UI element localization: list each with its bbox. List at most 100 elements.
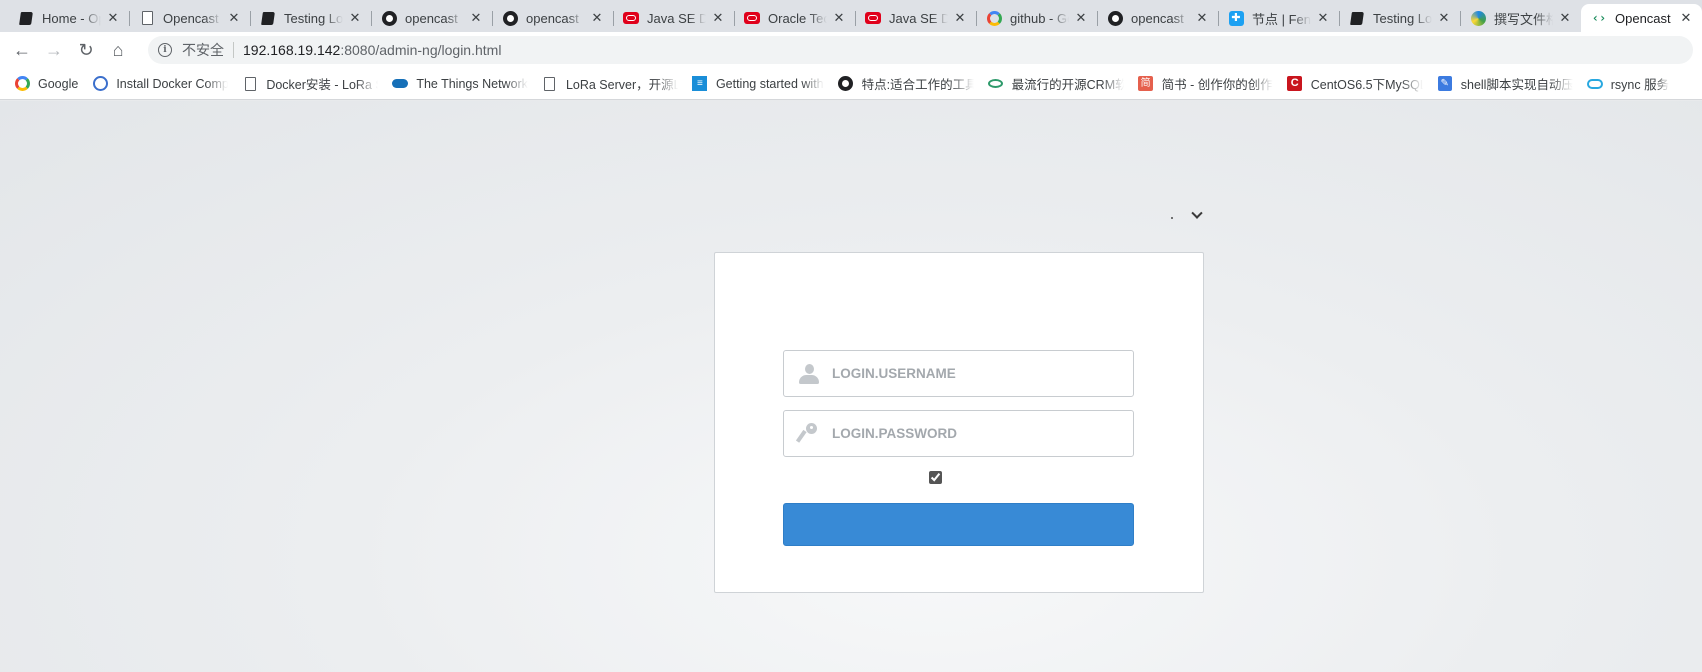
url-divider [233, 42, 234, 58]
bookmark-item[interactable]: C CentOS6.5下MySQL [1287, 72, 1423, 96]
bookmark-item[interactable]: ✎ shell脚本实现自动压缩 [1437, 72, 1573, 96]
chevron-down-icon [1191, 207, 1203, 219]
close-icon[interactable]: ✕ [1194, 10, 1210, 26]
tab[interactable]: opencast ✕ [371, 4, 492, 32]
bookmark-label: Getting started with [715, 76, 824, 91]
bookmark-item[interactable]: The Things Network [392, 72, 528, 96]
bookmark-label: rsync 服务 [1610, 78, 1670, 92]
bookmark-item[interactable]: 最流行的开源CRM软件 [988, 72, 1124, 96]
login-page [0, 101, 1702, 672]
login-card [714, 252, 1204, 593]
google-icon [986, 10, 1002, 26]
bookmark-item[interactable]: 特点:适合工作的工具 [838, 72, 974, 96]
close-icon[interactable]: ✕ [468, 10, 484, 26]
close-icon[interactable]: ✕ [1315, 10, 1331, 26]
key-icon [795, 422, 820, 445]
book-icon [1349, 10, 1365, 26]
tab-title: Testing Locally [1373, 10, 1432, 26]
remember-me-checkbox[interactable] [929, 471, 942, 484]
info-icon[interactable]: i [158, 43, 172, 57]
bookmark-item[interactable]: Google [14, 72, 78, 96]
tab-active[interactable]: ‹› Opencast ✕ [1581, 4, 1702, 32]
bookmark-label: 简书 - 创作你的创作 [1161, 78, 1273, 92]
tab[interactable]: ✚ 节点 | Fengjian✕ [1218, 4, 1339, 32]
bookmark-item[interactable]: LoRa Server，开源LoRaWAN [542, 72, 678, 96]
forward-button[interactable]: → [40, 36, 68, 64]
tab[interactable]: Testing Locally✕ [1339, 4, 1460, 32]
close-icon[interactable]: ✕ [710, 10, 726, 26]
bookmark-label: Google [38, 76, 79, 91]
tab[interactable]: 撰写文件格式✕ [1460, 4, 1581, 32]
tab-title: Java SE Downloads [889, 10, 948, 26]
tab[interactable]: Java SE Downloads✕ [613, 4, 734, 32]
google-icon [14, 76, 30, 92]
fen-icon: ✚ [1228, 10, 1244, 26]
username-field[interactable] [783, 350, 1134, 397]
book-icon [18, 10, 34, 26]
tab-title: Java SE Downloads [647, 10, 706, 26]
tab-title: opencast [405, 10, 458, 26]
close-icon[interactable]: ✕ [105, 10, 121, 26]
close-icon[interactable]: ✕ [1557, 10, 1573, 26]
tab-title: Opencast [1615, 10, 1671, 26]
bookmark-item[interactable]: Install Docker Compose [92, 72, 228, 96]
document-icon [139, 10, 155, 26]
password-input[interactable] [832, 411, 1133, 456]
tab[interactable]: Java SE Downloads✕ [855, 4, 976, 32]
close-icon[interactable]: ✕ [1073, 10, 1089, 26]
bookmark-item[interactable]: Docker安装 - LoRa Server [242, 72, 378, 96]
back-button[interactable]: ← [8, 36, 36, 64]
close-icon[interactable]: ✕ [831, 10, 847, 26]
tab[interactable]: opencast ✕ [492, 4, 613, 32]
tab[interactable]: Home - Opencast✕ [8, 4, 129, 32]
tab-title: Testing Locally [284, 10, 343, 26]
tab[interactable]: Testing Locally✕ [250, 4, 371, 32]
bookmark-item[interactable]: ≡ Getting started with [692, 72, 824, 96]
password-field[interactable] [783, 410, 1134, 457]
oracle-icon [744, 10, 760, 26]
github-icon [838, 76, 854, 92]
language-dropdown-toggle[interactable] [1189, 207, 1205, 224]
close-icon[interactable]: ✕ [347, 10, 363, 26]
username-input[interactable] [832, 351, 1133, 396]
document-icon [242, 76, 258, 92]
document-icon [542, 76, 558, 92]
bookmark-label: shell脚本实现自动压缩 [1460, 78, 1573, 92]
close-icon[interactable]: ✕ [1436, 10, 1452, 26]
tab[interactable]: Oracle Technology✕ [734, 4, 855, 32]
bookmark-label: 特点:适合工作的工具 [861, 78, 974, 92]
url-path[interactable]: :8080/admin-ng/login.html [340, 42, 501, 58]
pen-icon: ✎ [1437, 76, 1453, 92]
close-icon[interactable]: ✕ [1678, 10, 1694, 26]
security-label[interactable]: 不安全 [182, 40, 224, 60]
address-bar[interactable]: i 不安全 192.168.19.142 :8080/admin-ng/logi… [148, 36, 1693, 64]
tab-title: opencast [1131, 10, 1184, 26]
bookmark-item[interactable]: rsync 服务 [1586, 72, 1670, 96]
github-icon [1107, 10, 1123, 26]
close-icon[interactable]: ✕ [226, 10, 242, 26]
tab-title: 节点 | Fengjian [1252, 11, 1311, 27]
close-icon[interactable]: ✕ [589, 10, 605, 26]
oracle-icon [623, 10, 639, 26]
browser-toolbar: ← → ↻ ⌂ i 不安全 192.168.19.142 :8080/admin… [0, 32, 1702, 68]
tab[interactable]: Opencast ✕ [129, 4, 250, 32]
tab[interactable]: opencast ✕ [1097, 4, 1218, 32]
tab-title: Home - Opencast [42, 10, 101, 26]
reload-button[interactable]: ↻ [72, 36, 100, 64]
bookmarks-bar: Google Install Docker Compose Docker安装 - L… [0, 68, 1702, 100]
cloud-icon [392, 76, 409, 92]
home-button[interactable]: ⌂ [104, 36, 132, 64]
tab[interactable]: github - Google✕ [976, 4, 1097, 32]
arrow-left-icon: ← [13, 39, 31, 60]
reload-icon: ↻ [78, 39, 94, 60]
eye-icon [988, 76, 1004, 92]
url-host[interactable]: 192.168.19.142 [243, 42, 340, 58]
csdn-icon: C [1287, 76, 1303, 92]
opencast-icon: ‹› [1591, 11, 1607, 25]
bookmark-label: The Things Network [416, 76, 528, 91]
github-icon [381, 10, 397, 26]
bookmark-item[interactable]: 简简书 - 创作你的创作 [1138, 72, 1273, 96]
login-submit-button[interactable] [783, 503, 1134, 546]
close-icon[interactable]: ✕ [952, 10, 968, 26]
tab-title: Oracle Technology [768, 10, 827, 26]
